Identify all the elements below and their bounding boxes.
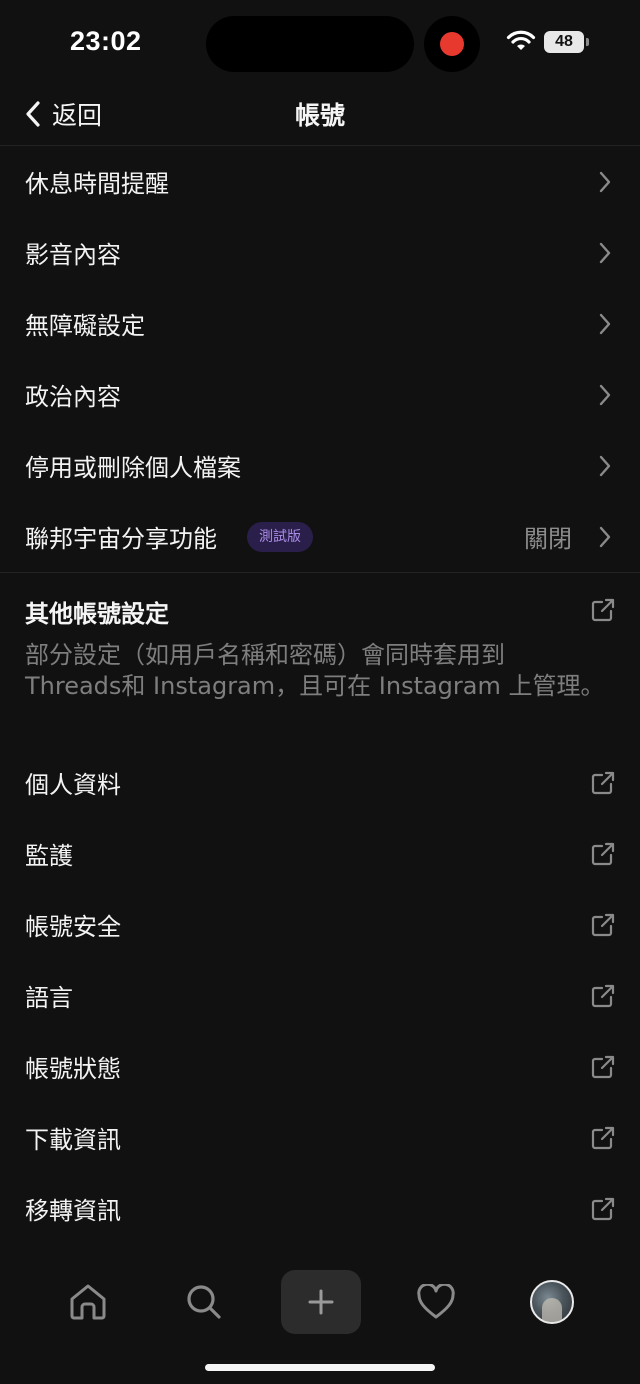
chevron-right-icon [599,171,611,192]
page-title: 帳號 [294,101,345,130]
section-description: 部分設定（如用戶名稱和密碼）會同時套用到 Threads和 Instagram，… [25,641,605,700]
external-link-icon [591,771,615,794]
avatar[interactable] [530,1280,574,1324]
settings-item-label: 政治內容 [25,383,121,411]
tab-activity[interactable] [396,1262,476,1342]
settings-item-label: 個人資料 [25,771,121,799]
status-time: 23:02 [70,26,142,56]
settings-item-accessibility[interactable]: 無障礙設定 [0,288,640,359]
chevron-right-icon [599,242,611,263]
settings-item-break-reminder[interactable]: 休息時間提醒 [0,146,640,217]
settings-item-political-content[interactable]: 政治內容 [0,359,640,430]
external-link-icon [591,1055,615,1078]
plus-icon [308,1289,334,1315]
recording-indicator [424,16,480,72]
settings-item-label: 影音內容 [25,241,121,269]
settings-item-download-info[interactable]: 下載資訊 [0,1102,640,1173]
tab-bar [0,1262,640,1342]
settings-item-label: 休息時間提醒 [25,170,169,198]
settings-item-label: 監護 [25,842,73,870]
tab-home[interactable] [48,1262,128,1342]
settings-item-transfer-info[interactable]: 移轉資訊 [0,1173,640,1244]
settings-item-label: 聯邦宇宙分享功能 [25,525,217,553]
compose-button[interactable] [281,1270,361,1334]
settings-item-label: 語言 [25,984,73,1012]
settings-item-language[interactable]: 語言 [0,960,640,1031]
battery-tip [586,38,589,46]
settings-item-supervision[interactable]: 監護 [0,818,640,889]
settings-item-label: 無障礙設定 [25,312,145,340]
settings-item-label: 帳號安全 [25,913,121,941]
home-indicator[interactable] [205,1364,435,1371]
beta-badge: 測試版 [247,522,313,552]
fediverse-status-value: 關閉 [524,525,572,553]
avatar-figure [542,1298,562,1322]
search-icon [187,1285,221,1319]
external-link-icon [591,842,615,865]
chevron-right-icon [599,384,611,405]
external-link-icon [591,598,615,622]
recording-dot-icon [440,32,464,56]
external-link-icon [591,984,615,1007]
settings-item-fediverse-sharing[interactable]: 聯邦宇宙分享功能 測試版 關閉 [0,501,640,572]
external-link-icon [591,1126,615,1149]
chevron-right-icon [599,526,611,547]
settings-item-deactivate-delete[interactable]: 停用或刪除個人檔案 [0,430,640,501]
nav-header: 返回 帳號 [0,88,640,146]
settings-item-label: 下載資訊 [25,1126,121,1154]
settings-item-profile[interactable]: 個人資料 [0,747,640,818]
section-divider [0,572,640,573]
settings-item-label: 移轉資訊 [25,1197,121,1225]
heart-icon [417,1284,455,1319]
settings-item-label: 帳號狀態 [25,1055,121,1083]
dynamic-island [206,16,414,72]
settings-item-label: 停用或刪除個人檔案 [25,454,241,482]
status-bar: 23:02 48 [0,0,640,88]
external-link-icon [591,1197,615,1220]
chevron-right-icon [599,455,611,476]
other-account-settings-link[interactable]: 其他帳號設定 [0,574,640,646]
section-title: 其他帳號設定 [25,600,169,628]
settings-item-account-status[interactable]: 帳號狀態 [0,1031,640,1102]
tab-search[interactable] [164,1262,244,1342]
settings-item-account-security[interactable]: 帳號安全 [0,889,640,960]
home-icon [70,1284,106,1320]
chevron-right-icon [599,313,611,334]
wifi-icon [506,30,536,50]
external-link-icon [591,913,615,936]
settings-item-media-content[interactable]: 影音內容 [0,217,640,288]
battery-icon: 48 [544,31,584,53]
